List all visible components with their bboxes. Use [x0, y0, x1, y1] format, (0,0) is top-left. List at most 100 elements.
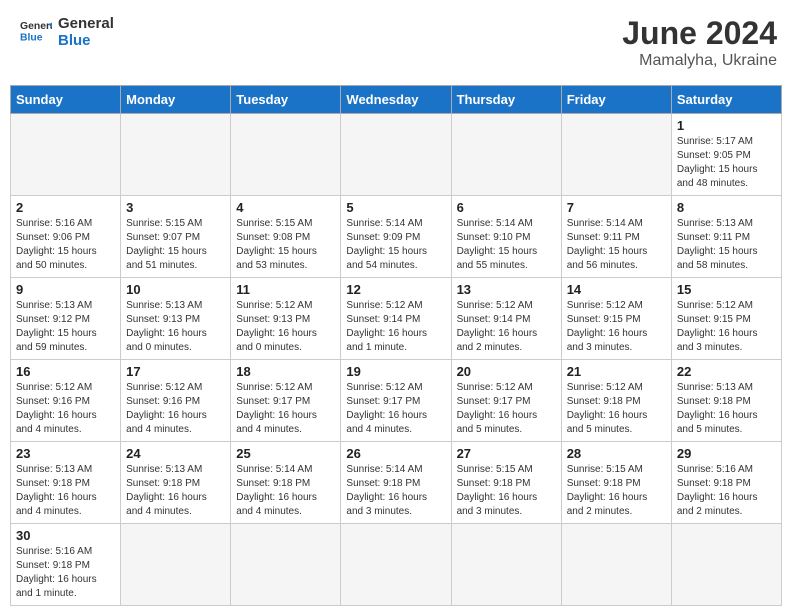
day-number: 30: [16, 528, 115, 543]
sun-info: Sunrise: 5:14 AM Sunset: 9:11 PM Dayligh…: [567, 217, 666, 273]
day-number: 1: [677, 118, 776, 133]
calendar-cell: 25 Sunrise: 5:14 AM Sunset: 9:18 PM Dayli…: [231, 442, 341, 524]
day-number: 14: [567, 282, 666, 297]
sun-info: Sunrise: 5:12 AM Sunset: 9:17 PM Dayligh…: [236, 381, 335, 437]
day-number: 12: [346, 282, 445, 297]
calendar-cell: 21Sunrise: 5:12 AM Sunset: 9:18 PM Dayli…: [561, 360, 671, 442]
sun-info: Sunrise: 5:13 AM Sunset: 9:18 PM Dayligh…: [677, 381, 776, 437]
calendar-cell: [561, 524, 671, 606]
calendar-week-2: 2 Sunrise: 5:16 AM Sunset: 9:06 PM Daylig…: [11, 196, 782, 278]
calendar-cell: [671, 524, 781, 606]
sun-info: Sunrise: 5:13 AM Sunset: 9:12 PM Dayligh…: [16, 299, 115, 355]
day-number: 7: [567, 200, 666, 215]
calendar-cell: 18 Sunrise: 5:12 AM Sunset: 9:17 PM Dayli…: [231, 360, 341, 442]
svg-text:General: General: [20, 21, 52, 32]
calendar-cell: 30 Sunrise: 5:16 AM Sunset: 9:18 PM Dayli…: [11, 524, 121, 606]
day-number: 5: [346, 200, 445, 215]
calendar-cell: 27Sunrise: 5:15 AM Sunset: 9:18 PM Dayli…: [451, 442, 561, 524]
day-number: 28: [567, 446, 666, 461]
calendar-cell: [451, 524, 561, 606]
day-number: 11: [236, 282, 335, 297]
sun-info: Sunrise: 5:16 AM Sunset: 9:18 PM Dayligh…: [16, 545, 115, 601]
sun-info: Sunrise: 5:12 AM Sunset: 9:16 PM Dayligh…: [16, 381, 115, 437]
calendar-cell: 3 Sunrise: 5:15 AM Sunset: 9:07 PM Daylig…: [121, 196, 231, 278]
calendar-cell: 9 Sunrise: 5:13 AM Sunset: 9:12 PM Daylig…: [11, 278, 121, 360]
header-friday: Friday: [561, 86, 671, 114]
sun-info: Sunrise: 5:13 AM Sunset: 9:13 PM Dayligh…: [126, 299, 225, 355]
day-number: 25: [236, 446, 335, 461]
header-monday: Monday: [121, 86, 231, 114]
calendar-cell: [11, 114, 121, 196]
calendar-cell: 4 Sunrise: 5:15 AM Sunset: 9:08 PM Daylig…: [231, 196, 341, 278]
month-year: June 2024: [622, 15, 777, 52]
calendar-cell: [121, 114, 231, 196]
location: Mamalyha, Ukraine: [622, 52, 777, 70]
calendar-cell: 1 Sunrise: 5:17 AM Sunset: 9:05 PM Daylig…: [671, 114, 781, 196]
sun-info: Sunrise: 5:12 AM Sunset: 9:16 PM Dayligh…: [126, 381, 225, 437]
day-number: 26: [346, 446, 445, 461]
sun-info: Sunrise: 5:15 AM Sunset: 9:07 PM Dayligh…: [126, 217, 225, 273]
sun-info: Sunrise: 5:12 AM Sunset: 9:18 PM Dayligh…: [567, 381, 666, 437]
calendar-cell: [451, 114, 561, 196]
calendar-cell: 7 Sunrise: 5:14 AM Sunset: 9:11 PM Daylig…: [561, 196, 671, 278]
calendar-cell: 17Sunrise: 5:12 AM Sunset: 9:16 PM Dayli…: [121, 360, 231, 442]
sun-info: Sunrise: 5:14 AM Sunset: 9:18 PM Dayligh…: [346, 463, 445, 519]
calendar-table: SundayMondayTuesdayWednesdayThursdayFrid…: [10, 85, 782, 606]
calendar-cell: [561, 114, 671, 196]
logo-icon: General Blue: [20, 18, 52, 46]
calendar-week-1: 1 Sunrise: 5:17 AM Sunset: 9:05 PM Daylig…: [11, 114, 782, 196]
header-thursday: Thursday: [451, 86, 561, 114]
calendar-week-5: 23 Sunrise: 5:13 AM Sunset: 9:18 PM Dayli…: [11, 442, 782, 524]
header-tuesday: Tuesday: [231, 86, 341, 114]
sun-info: Sunrise: 5:12 AM Sunset: 9:14 PM Dayligh…: [457, 299, 556, 355]
calendar-cell: 8Sunrise: 5:13 AM Sunset: 9:11 PM Daylig…: [671, 196, 781, 278]
header: General Blue General Blue June 2024 Mama…: [10, 10, 782, 75]
sun-info: Sunrise: 5:14 AM Sunset: 9:10 PM Dayligh…: [457, 217, 556, 273]
calendar-week-6: 30 Sunrise: 5:16 AM Sunset: 9:18 PM Dayli…: [11, 524, 782, 606]
logo-blue: Blue: [58, 32, 114, 49]
calendar-cell: 11Sunrise: 5:12 AM Sunset: 9:13 PM Dayli…: [231, 278, 341, 360]
calendar-week-3: 9 Sunrise: 5:13 AM Sunset: 9:12 PM Daylig…: [11, 278, 782, 360]
calendar-header-row: SundayMondayTuesdayWednesdayThursdayFrid…: [11, 86, 782, 114]
sun-info: Sunrise: 5:13 AM Sunset: 9:18 PM Dayligh…: [126, 463, 225, 519]
svg-text:Blue: Blue: [20, 32, 43, 43]
header-wednesday: Wednesday: [341, 86, 451, 114]
calendar-cell: [341, 114, 451, 196]
header-saturday: Saturday: [671, 86, 781, 114]
sun-info: Sunrise: 5:12 AM Sunset: 9:17 PM Dayligh…: [457, 381, 556, 437]
sun-info: Sunrise: 5:15 AM Sunset: 9:18 PM Dayligh…: [567, 463, 666, 519]
day-number: 3: [126, 200, 225, 215]
day-number: 24: [126, 446, 225, 461]
day-number: 23: [16, 446, 115, 461]
calendar-cell: 12 Sunrise: 5:12 AM Sunset: 9:14 PM Dayli…: [341, 278, 451, 360]
day-number: 18: [236, 364, 335, 379]
calendar-cell: [341, 524, 451, 606]
sun-info: Sunrise: 5:16 AM Sunset: 9:06 PM Dayligh…: [16, 217, 115, 273]
day-number: 2: [16, 200, 115, 215]
sun-info: Sunrise: 5:12 AM Sunset: 9:15 PM Dayligh…: [677, 299, 776, 355]
day-number: 29: [677, 446, 776, 461]
calendar-cell: 10Sunrise: 5:13 AM Sunset: 9:13 PM Dayli…: [121, 278, 231, 360]
sun-info: Sunrise: 5:16 AM Sunset: 9:18 PM Dayligh…: [677, 463, 776, 519]
calendar-cell: 16Sunrise: 5:12 AM Sunset: 9:16 PM Dayli…: [11, 360, 121, 442]
sun-info: Sunrise: 5:15 AM Sunset: 9:08 PM Dayligh…: [236, 217, 335, 273]
calendar-cell: 15 Sunrise: 5:12 AM Sunset: 9:15 PM Dayli…: [671, 278, 781, 360]
sun-info: Sunrise: 5:17 AM Sunset: 9:05 PM Dayligh…: [677, 135, 776, 191]
calendar-cell: 23Sunrise: 5:13 AM Sunset: 9:18 PM Dayli…: [11, 442, 121, 524]
day-number: 4: [236, 200, 335, 215]
day-number: 9: [16, 282, 115, 297]
title-area: June 2024 Mamalyha, Ukraine: [622, 15, 777, 70]
day-number: 8: [677, 200, 776, 215]
sun-info: Sunrise: 5:12 AM Sunset: 9:14 PM Dayligh…: [346, 299, 445, 355]
calendar-cell: 29 Sunrise: 5:16 AM Sunset: 9:18 PM Dayli…: [671, 442, 781, 524]
calendar-cell: 13 Sunrise: 5:12 AM Sunset: 9:14 PM Dayli…: [451, 278, 561, 360]
calendar-cell: 20Sunrise: 5:12 AM Sunset: 9:17 PM Dayli…: [451, 360, 561, 442]
day-number: 15: [677, 282, 776, 297]
calendar-cell: 6Sunrise: 5:14 AM Sunset: 9:10 PM Daylig…: [451, 196, 561, 278]
day-number: 27: [457, 446, 556, 461]
day-number: 13: [457, 282, 556, 297]
sun-info: Sunrise: 5:12 AM Sunset: 9:17 PM Dayligh…: [346, 381, 445, 437]
logo-general: General: [58, 15, 114, 32]
sun-info: Sunrise: 5:14 AM Sunset: 9:18 PM Dayligh…: [236, 463, 335, 519]
sun-info: Sunrise: 5:14 AM Sunset: 9:09 PM Dayligh…: [346, 217, 445, 273]
